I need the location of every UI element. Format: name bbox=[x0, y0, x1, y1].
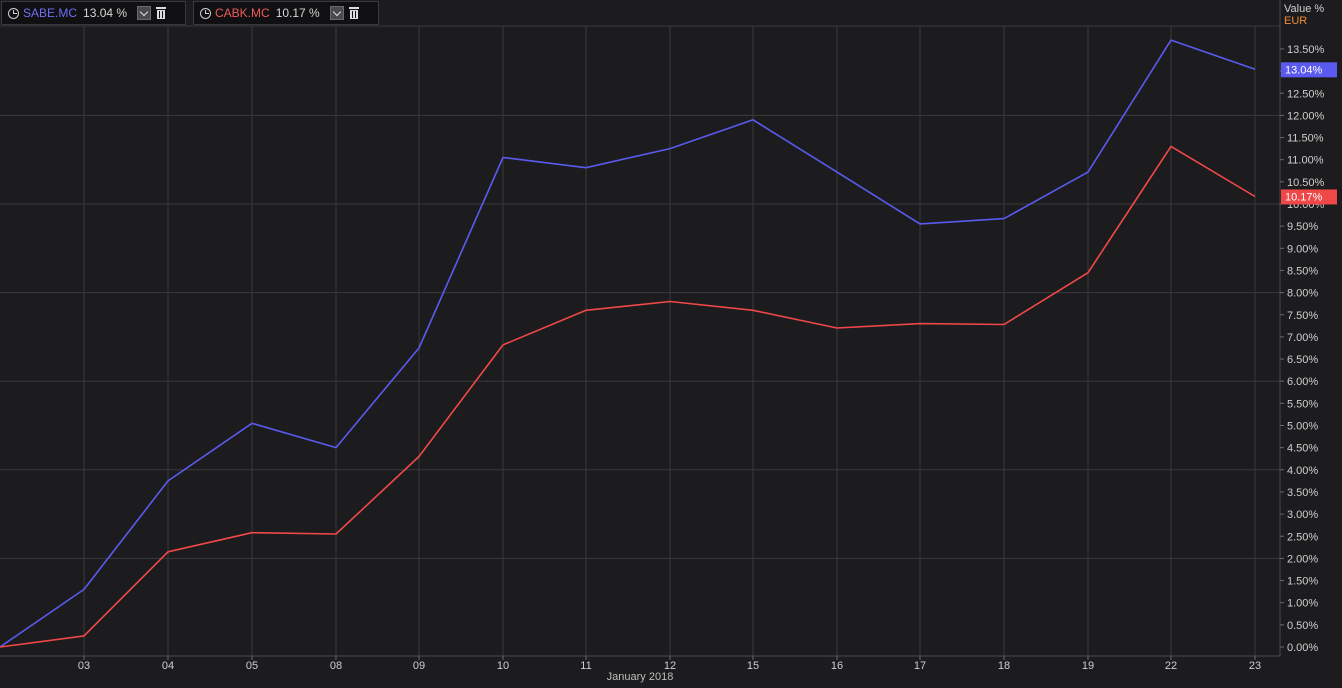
legend-series-name: CABK.MC bbox=[215, 6, 270, 20]
y-tick-label: 11.00% bbox=[1287, 155, 1324, 167]
y-tick-label: 7.00% bbox=[1287, 332, 1318, 344]
y-tick-label: 6.00% bbox=[1287, 376, 1318, 388]
chevron-down-icon[interactable] bbox=[137, 6, 152, 20]
y-axis-ticks: 0.00% 0.50% 1.00% 1.50% 2.00% 2.50% 3.00% 3.50%… bbox=[1280, 44, 1325, 654]
y-tick-label: 5.00% bbox=[1287, 421, 1318, 433]
x-tick-label: 22 bbox=[1165, 660, 1177, 672]
x-tick-label: 23 bbox=[1249, 660, 1261, 672]
x-tick-label: 17 bbox=[914, 660, 926, 672]
y-tick-label: 3.00% bbox=[1287, 509, 1318, 521]
y-axis-unit: EUR bbox=[1284, 15, 1308, 27]
legend-series-value: 10.17 % bbox=[275, 6, 320, 20]
legend-item-cabk[interactable]: CABK.MC 10.17 % bbox=[193, 1, 379, 25]
y-tick-label: 8.00% bbox=[1287, 288, 1318, 300]
line-chart: 0.00% 0.50% 1.00% 1.50% 2.00% 2.50% 3.00% 3.50%… bbox=[0, 0, 1337, 672]
legend-item-sabe[interactable]: SABE.MC 13.04 % bbox=[1, 1, 186, 25]
y-tick-label: 2.50% bbox=[1287, 531, 1318, 543]
y-tick-label: 7.50% bbox=[1287, 310, 1318, 322]
x-tick-label: 04 bbox=[162, 660, 174, 672]
y-tick-label: 3.50% bbox=[1287, 487, 1318, 499]
y-tick-label: 12.00% bbox=[1287, 110, 1325, 122]
x-tick-label: 16 bbox=[831, 660, 843, 672]
y-tick-label: 8.50% bbox=[1287, 265, 1318, 277]
series-line-sabe bbox=[0, 39, 1256, 648]
x-tick-label: 19 bbox=[1082, 660, 1094, 672]
trash-icon[interactable] bbox=[348, 6, 360, 20]
y-tick-label: 2.00% bbox=[1287, 553, 1318, 565]
x-tick-label: 10 bbox=[497, 660, 509, 672]
legend-series-name: SABE.MC bbox=[23, 6, 78, 20]
y-tick-label: 0.50% bbox=[1287, 620, 1318, 632]
y-tick-label: 1.50% bbox=[1287, 576, 1318, 588]
trash-icon[interactable] bbox=[155, 6, 167, 20]
last-value-label: 13.04% bbox=[1285, 64, 1323, 76]
y-axis-title: Value % bbox=[1284, 3, 1325, 15]
last-value-label: 10.17% bbox=[1285, 191, 1323, 203]
y-tick-label: 5.50% bbox=[1287, 398, 1318, 410]
x-tick-label: 08 bbox=[330, 660, 342, 672]
x-tick-label: 15 bbox=[747, 660, 759, 672]
y-tick-label: 9.00% bbox=[1287, 243, 1318, 255]
y-tick-label: 11.50% bbox=[1287, 133, 1324, 145]
y-tick-label: 9.50% bbox=[1287, 221, 1318, 233]
clock-icon[interactable] bbox=[200, 7, 211, 19]
chevron-down-icon[interactable] bbox=[329, 6, 344, 20]
x-tick-label: 18 bbox=[998, 660, 1010, 672]
y-tick-label: 4.50% bbox=[1287, 443, 1318, 455]
x-tick-label: 05 bbox=[246, 660, 258, 672]
y-tick-label: 6.50% bbox=[1287, 354, 1318, 366]
series-line-cabk bbox=[0, 145, 1256, 648]
grid-lines bbox=[0, 0, 1281, 657]
clock-icon[interactable] bbox=[8, 7, 19, 19]
x-tick-label: 09 bbox=[413, 660, 425, 672]
y-tick-label: 13.50% bbox=[1287, 44, 1325, 56]
legend-series-value: 13.04 % bbox=[83, 6, 128, 20]
y-tick-label: 10.50% bbox=[1287, 177, 1325, 189]
x-axis-ticks: 03 04 05 08 09 10 11 12 15 16 17 18 19 22 23 bbox=[78, 656, 1261, 672]
y-tick-label: 4.00% bbox=[1287, 465, 1318, 477]
series-lines bbox=[0, 39, 1256, 648]
y-tick-label: 0.00% bbox=[1287, 642, 1318, 654]
y-tick-label: 1.00% bbox=[1287, 598, 1318, 610]
x-tick-label: 03 bbox=[78, 660, 90, 672]
x-axis-caption: January 2018 bbox=[606, 671, 674, 683]
y-tick-label: 12.50% bbox=[1287, 88, 1325, 100]
